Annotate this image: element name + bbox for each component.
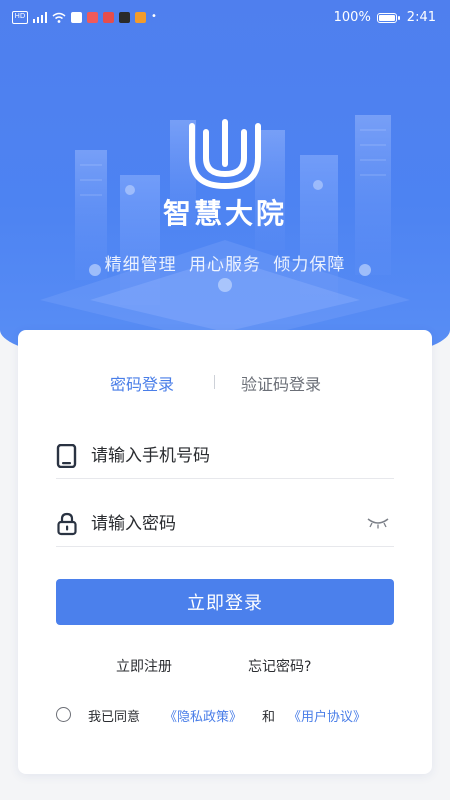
login-button[interactable]: 立即登录 xyxy=(56,579,394,625)
tab-password-login[interactable]: 密码登录 xyxy=(110,371,174,395)
agreement-row: 我已同意 《隐私政策》 和 《用户协议》 xyxy=(56,706,416,726)
app-notification-icon-3 xyxy=(119,12,130,23)
status-icons: HD • xyxy=(12,11,159,24)
app-notification-icon-4 xyxy=(135,12,146,23)
phone-input[interactable] xyxy=(89,440,353,472)
agree-radio[interactable] xyxy=(56,707,71,722)
hd-icon: HD xyxy=(12,11,28,24)
signal-4g-icon xyxy=(33,12,47,23)
tab-divider xyxy=(214,375,215,389)
more-dots-icon: • xyxy=(151,11,157,22)
app-logo-icon xyxy=(189,119,261,190)
app-notification-icon-2 xyxy=(103,12,114,23)
app-title: 智慧大院 xyxy=(162,197,287,230)
app-notification-icon-1 xyxy=(87,12,98,23)
phone-icon xyxy=(56,444,77,468)
register-link[interactable]: 立即注册 xyxy=(116,656,172,676)
battery-icon xyxy=(376,12,400,23)
battery-percent: 100% xyxy=(333,10,371,25)
app-slogan: 精细管理 用心服务 倾力保障 xyxy=(104,255,346,275)
forgot-password-link[interactable]: 忘记密码? xyxy=(248,656,311,676)
agree-and-text: 和 xyxy=(262,710,276,725)
phone-field xyxy=(56,434,394,479)
privacy-policy-link[interactable]: 《隐私政策》 xyxy=(164,706,242,725)
wifi-icon xyxy=(52,12,66,23)
user-agreement-link[interactable]: 《用户协议》 xyxy=(288,706,366,725)
puzzle-icon xyxy=(71,12,82,23)
status-bar: HD • 100% 2:41 xyxy=(0,0,450,38)
agree-text: 我已同意 xyxy=(88,710,141,725)
status-right: 100% 2:41 xyxy=(334,10,436,25)
password-input[interactable] xyxy=(89,508,353,540)
tab-code-login[interactable]: 验证码登录 xyxy=(241,371,321,395)
eye-closed-icon[interactable] xyxy=(366,516,390,530)
lock-icon xyxy=(57,512,77,536)
login-card: 密码登录 验证码登录 立即登录 立即注册 忘记密码? 我已同意 《隐私政 xyxy=(18,330,432,774)
clock: 2:41 xyxy=(406,10,436,25)
password-field xyxy=(56,502,394,547)
login-tabs: 密码登录 验证码登录 xyxy=(18,371,432,395)
